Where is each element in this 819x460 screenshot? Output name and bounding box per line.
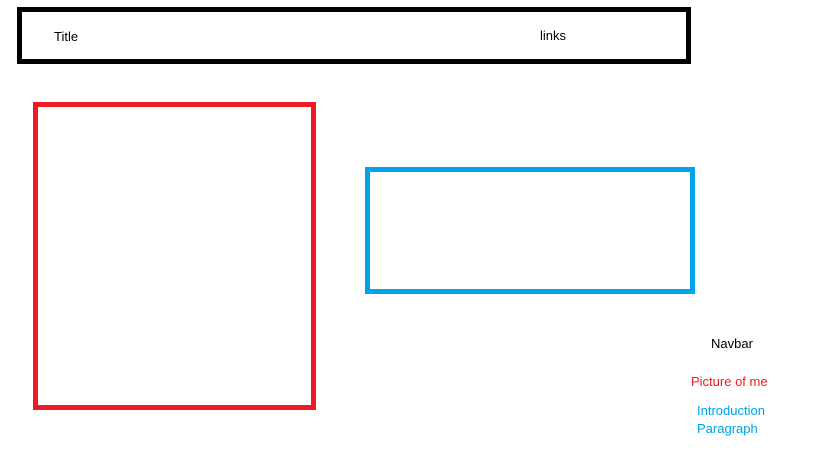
legend-intro-line1: Introduction bbox=[697, 403, 765, 418]
legend-picture: Picture of me bbox=[691, 374, 768, 389]
legend-navbar: Navbar bbox=[711, 336, 753, 351]
legend-intro-line2: Paragraph bbox=[697, 421, 758, 436]
navbar-title-label: Title bbox=[54, 29, 79, 44]
intro-paragraph-wireframe-box bbox=[365, 167, 695, 294]
navbar-wireframe-box bbox=[17, 7, 691, 64]
navbar-links-label: links bbox=[540, 28, 567, 43]
picture-wireframe-box bbox=[33, 102, 316, 410]
legend-intro: Introduction Paragraph bbox=[697, 402, 797, 438]
